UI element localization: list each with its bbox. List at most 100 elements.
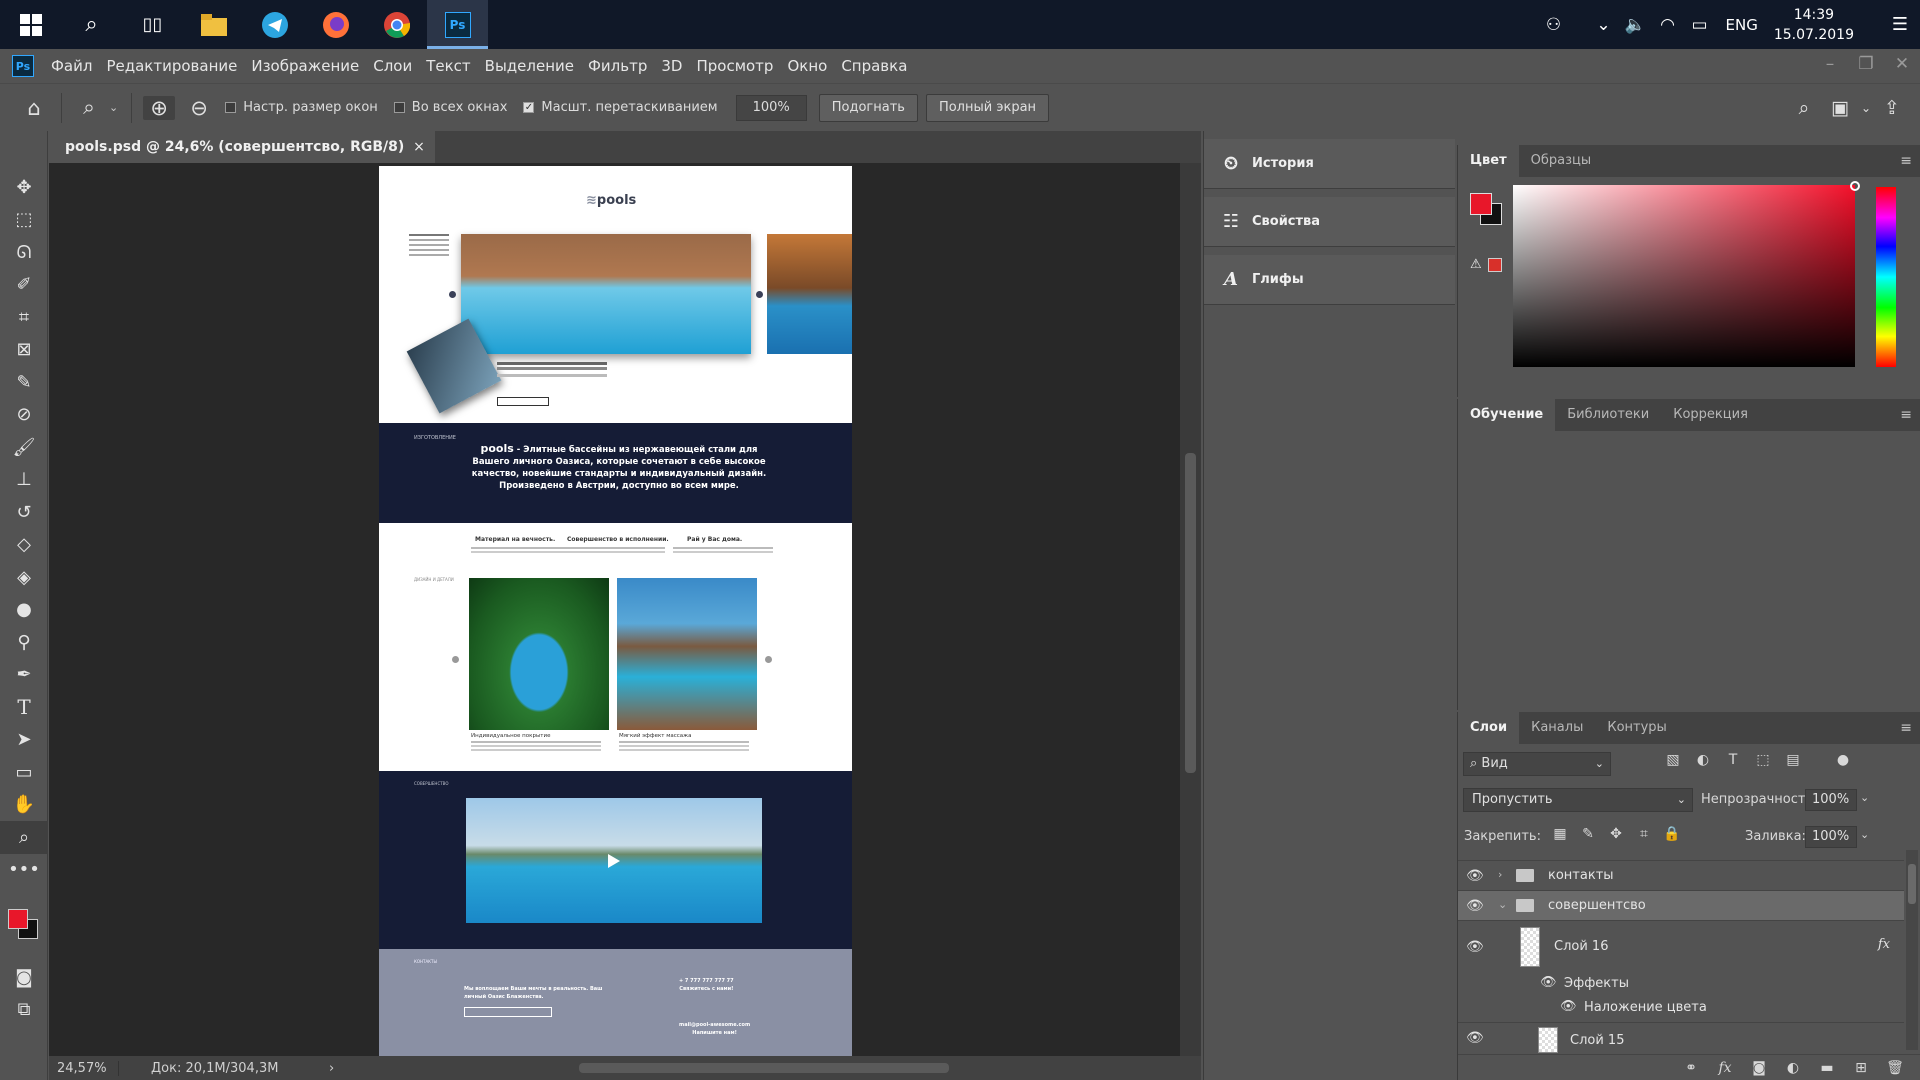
foreground-color-swatch[interactable] (8, 909, 28, 929)
chevron-down-icon[interactable]: ⌄ (1860, 791, 1869, 804)
fx-icon[interactable]: fx (1708, 1060, 1742, 1076)
tab-libraries[interactable]: Библиотеки (1555, 399, 1661, 431)
home-icon[interactable]: ⌂ (18, 96, 50, 120)
tab-channels[interactable]: Каналы (1519, 712, 1595, 744)
hand-tool[interactable]: ✋ (0, 789, 48, 822)
adjustment-layer-icon[interactable]: ◐ (1776, 1060, 1810, 1076)
wifi-icon[interactable]: ◠ (1652, 15, 1684, 35)
close-tab-icon[interactable]: × (413, 139, 425, 155)
frame-tool[interactable]: ⊠ (0, 334, 48, 367)
eye-icon[interactable]: 👁 (1560, 999, 1577, 1014)
lasso-tool[interactable]: ᘏ (0, 236, 48, 269)
document-canvas[interactable]: ≋pools ИЗГОТОВЛЕНИЕ pools - Элитные басс… (379, 166, 852, 1056)
new-layer-icon[interactable]: ⊞ (1844, 1060, 1878, 1076)
crop-tool[interactable]: ⌗ (0, 301, 48, 334)
chevron-down-icon[interactable]: ⌄ (109, 101, 118, 114)
search-icon[interactable]: ⌕ (1786, 97, 1822, 119)
shape-filter-icon[interactable]: ⬚ (1748, 752, 1778, 768)
brush-tool[interactable]: 🖌 (0, 431, 48, 464)
gamut-color-swatch[interactable] (1488, 258, 1502, 272)
eye-icon[interactable]: 👁 (1466, 939, 1484, 955)
fill-screen-button[interactable]: Полный экран (925, 93, 1050, 122)
quick-selection-tool[interactable]: ✐ (0, 269, 48, 302)
fill-field[interactable]: 100% (1805, 826, 1857, 848)
panel-menu-icon[interactable]: ≡ (1900, 720, 1912, 736)
layer-effects-row[interactable]: 👁 Эффекты (1458, 972, 1904, 996)
zoom-out-icon[interactable]: ⊖ (183, 96, 215, 120)
layers-scroll-thumb[interactable] (1908, 864, 1916, 904)
screen-mode-button[interactable]: ⧉ (0, 994, 48, 1027)
color-picker-marker[interactable] (1850, 181, 1860, 191)
layers-scrollbar[interactable] (1906, 850, 1918, 1050)
horizontal-scrollbar[interactable] (389, 1063, 1219, 1073)
menu-filter[interactable]: Фильтр (581, 57, 654, 75)
menu-type[interactable]: Текст (419, 57, 477, 75)
language-indicator[interactable]: ENG (1726, 16, 1758, 34)
fit-screen-button[interactable]: Подогнать (818, 93, 918, 122)
telegram-button[interactable] (244, 0, 305, 49)
lock-pixels-icon[interactable]: ✎ (1574, 826, 1602, 842)
hue-slider[interactable] (1876, 187, 1896, 367)
marquee-tool[interactable]: ⬚ (0, 204, 48, 237)
layer-row[interactable]: 👁 › контакты (1458, 860, 1904, 890)
menu-edit[interactable]: Редактирование (99, 57, 244, 75)
volume-icon[interactable]: 🔈 (1620, 15, 1652, 35)
lock-all-icon[interactable]: 🔒 (1658, 826, 1686, 842)
dodge-tool[interactable]: ⚲ (0, 626, 48, 659)
start-button[interactable] (0, 0, 61, 49)
tab-adjustments[interactable]: Коррекция (1661, 399, 1760, 431)
chevron-up-icon[interactable]: ⌄ (1588, 15, 1620, 35)
smart-object-filter-icon[interactable]: ▤ (1778, 752, 1808, 768)
layer-fx-icon[interactable]: fx (1878, 937, 1890, 952)
all-windows-option[interactable]: Во всех окнах (393, 100, 507, 115)
eyedropper-tool[interactable]: ✎ (0, 366, 48, 399)
chevron-down-icon[interactable]: ⌄ (1858, 101, 1874, 115)
chevron-right-icon[interactable]: › (1498, 868, 1502, 881)
path-selection-tool[interactable]: ➤ (0, 724, 48, 757)
opacity-field[interactable]: 100% (1805, 789, 1857, 811)
people-icon[interactable]: ⚇ (1538, 15, 1570, 35)
chevron-down-icon[interactable]: ⌄ (1860, 828, 1869, 841)
edit-toolbar[interactable]: ••• (0, 854, 48, 887)
task-view-button[interactable]: ▯▯ (122, 0, 183, 49)
blur-tool[interactable]: ● (0, 594, 48, 627)
zoom-tool-preset-icon[interactable]: ⌕ (73, 95, 105, 120)
restore-icon[interactable]: ❐ (1848, 49, 1884, 83)
menu-view[interactable]: Просмотр (689, 57, 780, 75)
properties-panel-button[interactable]: ☷ Свойства (1204, 197, 1455, 247)
scrubby-zoom-checkbox[interactable]: ✓ (523, 102, 535, 113)
all-windows-checkbox[interactable] (393, 102, 405, 113)
glyphs-panel-button[interactable]: A Глифы (1204, 255, 1455, 305)
menu-3d[interactable]: 3D (654, 57, 689, 75)
menu-select[interactable]: Выделение (478, 57, 581, 75)
eye-icon[interactable]: 👁 (1540, 975, 1557, 990)
chevron-down-icon[interactable]: ⌄ (1498, 898, 1507, 911)
zoom-level[interactable]: 24,57% (49, 1060, 119, 1076)
minimize-icon[interactable]: – (1812, 49, 1848, 83)
rectangle-tool[interactable]: ▭ (0, 756, 48, 789)
document-tab[interactable]: pools.psd @ 24,6% (совершентсво, RGB/8) … (49, 131, 435, 163)
resize-windows-checkbox[interactable] (225, 102, 237, 113)
layer-row[interactable]: 👁 Слой 15 (1458, 1022, 1904, 1053)
type-tool[interactable]: T (0, 691, 48, 724)
close-icon[interactable]: ✕ (1884, 49, 1920, 83)
explorer-button[interactable] (183, 0, 244, 49)
image-filter-icon[interactable]: ▧ (1658, 752, 1688, 768)
menu-file[interactable]: Файл (44, 57, 99, 75)
horizontal-scroll-thumb[interactable] (579, 1063, 949, 1073)
tab-learn[interactable]: Обучение (1458, 399, 1556, 431)
blend-mode-select[interactable]: Пропустить ⌄ (1463, 788, 1693, 812)
zoom-in-icon[interactable]: ⊕ (143, 95, 176, 120)
layer-row[interactable]: 👁 ⌄ совершентсво (1458, 890, 1904, 920)
resize-windows-option[interactable]: Настр. размер окон (225, 100, 378, 115)
lock-position-icon[interactable]: ✥ (1602, 826, 1630, 842)
clock[interactable]: 14:39 15.07.2019 (1774, 5, 1854, 45)
paint-bucket-tool[interactable]: ◈ (0, 561, 48, 594)
history-panel-button[interactable]: ⏲ История (1204, 139, 1455, 189)
firefox-button[interactable] (305, 0, 366, 49)
color-picker-field[interactable] (1513, 185, 1855, 367)
search-button[interactable]: ⌕ (61, 0, 122, 49)
move-tool[interactable]: ✥ (0, 171, 48, 204)
battery-icon[interactable]: ▭ (1684, 15, 1716, 35)
add-mask-icon[interactable]: ◙ (1742, 1060, 1776, 1076)
